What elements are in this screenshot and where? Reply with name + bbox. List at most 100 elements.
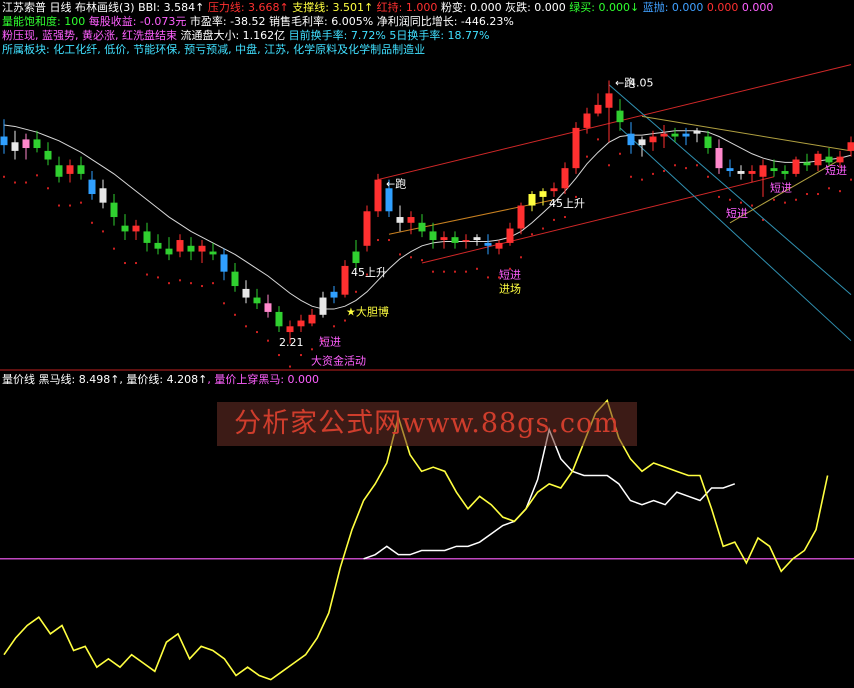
candle-body xyxy=(121,225,129,232)
candle-body xyxy=(660,133,668,137)
sub-header-item: 黑马线: 8.498↑ xyxy=(35,373,120,386)
signal-dot xyxy=(36,174,38,177)
candle-body xyxy=(792,159,800,174)
signal-dot xyxy=(410,256,412,259)
signal-dot xyxy=(300,354,302,357)
signal-dot xyxy=(696,164,698,167)
signal-dot xyxy=(3,175,5,178)
candle-body xyxy=(781,171,789,174)
signal-dot xyxy=(377,239,379,242)
annotation-dadanbo: ★大胆博 xyxy=(346,305,389,319)
candle-body xyxy=(528,194,536,206)
candle-body xyxy=(297,320,305,327)
candle-body xyxy=(649,136,657,143)
signal-dot xyxy=(718,195,720,198)
candle-body xyxy=(583,113,591,128)
signal-dot xyxy=(234,313,236,316)
signal-dot xyxy=(553,218,555,221)
header-item: 粉变: 0.000 xyxy=(437,1,502,14)
header-item: 0.000 xyxy=(738,1,774,14)
header-item: 灰跌: 0.000 xyxy=(501,1,566,14)
sub-header-item: 量价线 xyxy=(2,373,35,386)
candle-body xyxy=(748,171,756,174)
candle-body xyxy=(198,245,206,252)
signal-dot xyxy=(817,193,819,196)
sub-header-item: , 量价上穿黑马: 0.000 xyxy=(207,373,320,386)
signal-dot xyxy=(201,285,203,288)
support-channel-line xyxy=(421,176,775,264)
signal-dot xyxy=(520,256,522,259)
header-item: 销售毛利率: 6.005% xyxy=(265,15,374,28)
candle-body xyxy=(110,202,118,218)
candle-body xyxy=(495,242,503,249)
candle-body xyxy=(759,165,767,177)
candle-body xyxy=(517,205,525,229)
candle-body xyxy=(594,104,602,114)
candle-body xyxy=(88,179,96,195)
candle-body xyxy=(550,188,558,192)
candle-body xyxy=(451,237,459,243)
candle-body xyxy=(715,148,723,169)
signal-dot xyxy=(652,172,654,175)
candle-body xyxy=(22,139,30,149)
candle-body xyxy=(682,133,690,137)
candle-body xyxy=(231,271,239,287)
signal-dot xyxy=(685,167,687,170)
header-item: 绿买: 0.000↓ xyxy=(565,1,640,14)
signal-dot xyxy=(630,175,632,178)
signal-dot xyxy=(168,282,170,285)
signal-dot xyxy=(773,198,775,201)
candle-body xyxy=(847,142,854,151)
signal-dot xyxy=(487,276,489,279)
signal-dot xyxy=(608,164,610,167)
candle-body xyxy=(407,217,415,223)
header-item: 每股收益: -0.073元 xyxy=(85,15,187,28)
signal-dot xyxy=(641,178,643,181)
candle-body xyxy=(154,242,162,249)
signal-dot xyxy=(190,282,192,285)
signal-dot xyxy=(784,201,786,204)
candle-body xyxy=(242,288,250,298)
candle-body xyxy=(143,231,151,243)
candle-body xyxy=(286,326,294,333)
signal-dot xyxy=(355,290,357,293)
signal-dot xyxy=(146,273,148,276)
signal-dot xyxy=(619,152,621,155)
watermark: 分析家公式网www.88gs.com xyxy=(217,402,637,446)
header-item: 所属板块: 化工化纤, 低价, 节能环保, 预亏预减, 中盘, 江苏, 化学原料… xyxy=(2,43,426,56)
candle-body xyxy=(605,93,613,108)
signal-dot xyxy=(267,339,269,342)
header-row-2: 量能饱和度: 100 每股收益: -0.073元 市盈率: -38.52 销售毛… xyxy=(2,15,514,29)
candle-body xyxy=(506,228,514,243)
candle-body xyxy=(275,311,283,327)
signal-dot xyxy=(663,170,665,173)
header-item: 流通盘大小: 1.162亿 xyxy=(176,29,286,42)
candle-body xyxy=(330,291,338,298)
signal-dot xyxy=(91,221,93,224)
candle-body xyxy=(209,251,217,255)
signal-dot xyxy=(135,262,137,265)
candle-body xyxy=(429,231,437,241)
header-item: 红持: 1.000 xyxy=(373,1,438,14)
signal-dot xyxy=(729,198,731,201)
candle-body xyxy=(308,314,316,324)
header-item: 布林画线(3) xyxy=(71,1,135,14)
signal-dot xyxy=(212,282,214,285)
signal-dot xyxy=(828,187,830,190)
blue-channel-upper xyxy=(608,84,852,296)
signal-dot xyxy=(454,270,456,273)
header-item: 江苏索普 日线 xyxy=(2,1,72,14)
candle-body xyxy=(572,127,580,169)
signal-dot xyxy=(850,178,852,181)
signal-dot xyxy=(542,227,544,230)
candle-body xyxy=(539,191,547,197)
signal-dot xyxy=(58,204,60,207)
candle-body xyxy=(33,139,41,149)
signal-dot xyxy=(289,365,291,368)
signal-dot xyxy=(278,354,280,357)
candle-body xyxy=(66,165,74,174)
candle-body xyxy=(165,248,173,255)
header-item: 目前换手率: 7.72% xyxy=(285,29,386,42)
signal-dot xyxy=(102,230,104,233)
candle-body xyxy=(440,237,448,241)
